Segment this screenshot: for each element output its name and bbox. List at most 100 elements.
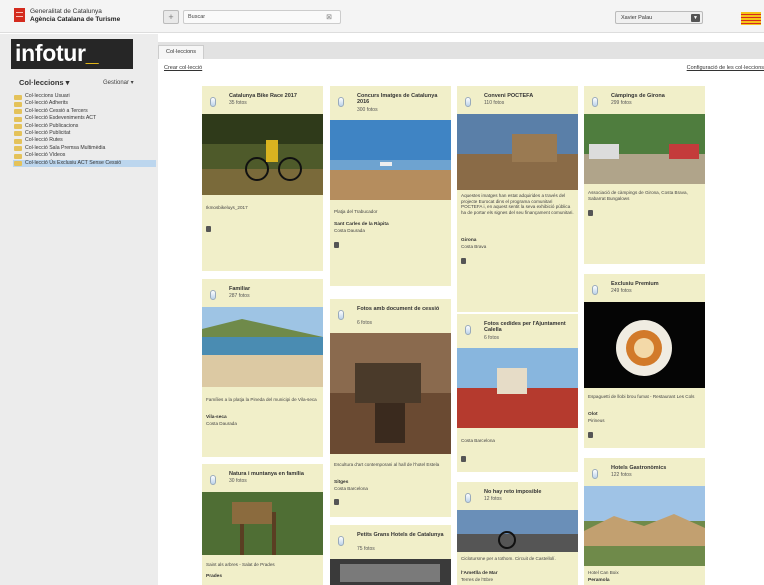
card-title: Hotels Gastronòmics: [611, 465, 667, 471]
catalan-flag-icon[interactable]: [741, 12, 761, 25]
infotur-logo[interactable]: infotur_: [11, 39, 133, 69]
tree-item-selected[interactable]: Col·lecció Ús Exclusiu ACT Sense Cessió: [13, 159, 156, 167]
card-place: Girona: [461, 238, 477, 243]
collection-icon: [465, 325, 471, 335]
card-title: Exclusiu Premium: [611, 281, 659, 287]
collection-card[interactable]: Hotels Gastronòmics 122 fotos Hotel Can B…: [584, 458, 705, 585]
collection-card[interactable]: Fotos cedides per l'Ajuntament Calella 6 …: [457, 314, 578, 472]
card-image[interactable]: [584, 114, 705, 184]
collection-icon: [465, 97, 471, 107]
folder-icon: [14, 116, 22, 122]
card-title: Fotos amb document de cessió: [357, 306, 440, 312]
trash-icon[interactable]: [461, 456, 466, 462]
trash-icon[interactable]: [206, 226, 211, 232]
collection-card[interactable]: Concurs Imatges de Catalunya 2016 300 fot…: [330, 86, 451, 286]
user-select[interactable]: Xavier Palau ▼: [615, 11, 703, 24]
card-title: Natura i muntanya en família: [229, 471, 304, 477]
card-description: Aquestes imatges han estat adquirides a …: [461, 193, 574, 215]
card-image[interactable]: [584, 486, 705, 566]
card-description: Hotel Can Boix: [588, 570, 619, 575]
collections-menu[interactable]: Col·leccions ▾: [19, 78, 69, 87]
card-region: Costa Barcelona: [334, 486, 368, 491]
card-image[interactable]: [330, 333, 451, 454]
generalitat-logo-icon: [14, 8, 25, 22]
card-title: Conveni POCTEFA: [484, 93, 534, 99]
tree-item[interactable]: Col·leccions Usuari: [13, 93, 156, 100]
tree-item[interactable]: Col·lecció Adherits: [13, 100, 156, 107]
main-content: Col·leccions Crear col·lecció Configurac…: [158, 34, 764, 585]
sidebar: infotur_ Col·leccions ▾ Gestionar ▾ Col·…: [0, 34, 158, 585]
card-place: Sant Carles de la Ràpita: [334, 222, 389, 227]
folder-icon: [14, 109, 22, 115]
trash-icon[interactable]: [588, 432, 593, 438]
user-name: Xavier Palau: [621, 15, 653, 21]
card-description: Associació de càmpings de Girona, Costa …: [588, 190, 688, 201]
clear-icon[interactable]: ⊠: [326, 13, 332, 21]
configure-collections-link[interactable]: Configuració de les col·leccions: [687, 65, 764, 71]
create-collection-link[interactable]: Crear col·lecció: [164, 65, 202, 71]
folder-icon: [14, 131, 22, 137]
card-place: Vila-seca: [206, 415, 227, 420]
folder-icon: [14, 101, 22, 107]
collection-card[interactable]: Càmpings de Girona 299 fotos Associació d…: [584, 86, 705, 264]
card-image[interactable]: [202, 492, 323, 555]
search-input[interactable]: Buscar ⊠: [183, 10, 341, 24]
tab-collections[interactable]: Col·leccions: [158, 45, 204, 59]
card-region: Costa Brava: [461, 244, 487, 249]
tree-item[interactable]: Col·lecció Publicacions: [13, 123, 156, 130]
card-description: Saint als arbres - Salat de Prades: [206, 562, 275, 567]
org-name: Generalitat de Catalunya: [30, 8, 102, 15]
collection-icon: [592, 285, 598, 295]
add-icon[interactable]: +: [163, 10, 179, 24]
folder-icon: [14, 161, 22, 167]
collection-card[interactable]: Exclusiu Premium 249 fotos Espaguetti de …: [584, 274, 705, 448]
card-image[interactable]: [202, 114, 323, 195]
tree-item[interactable]: Col·lecció Publicitat: [13, 130, 156, 137]
manage-menu[interactable]: Gestionar ▾: [103, 79, 134, 86]
card-count: 300 fotos: [357, 107, 378, 113]
trash-icon[interactable]: [334, 242, 339, 248]
folder-icon: [14, 138, 22, 144]
trash-icon[interactable]: [334, 499, 339, 505]
card-image[interactable]: [202, 307, 323, 387]
card-description: Escultura d'art contemporani al hall de …: [334, 462, 440, 467]
collection-card[interactable]: Conveni POCTEFA 110 fotos Aquestes imatge…: [457, 86, 578, 312]
collection-icon: [592, 469, 598, 479]
collection-icon: [465, 493, 471, 503]
tree-item[interactable]: Col·lecció Rutes: [13, 137, 156, 144]
card-count: 12 fotos: [484, 496, 502, 502]
card-image[interactable]: [330, 120, 451, 200]
collection-card[interactable]: Familiar 287 fotos Famílies a la platja l…: [202, 279, 323, 457]
card-count: 35 fotos: [229, 100, 247, 106]
card-count: 6 fotos: [357, 320, 373, 326]
trash-icon[interactable]: [588, 210, 593, 216]
collection-icon: [592, 97, 598, 107]
card-count: 299 fotos: [611, 100, 632, 106]
collection-card[interactable]: Petits Grans Hotels de Catalunya 75 fotos: [330, 525, 451, 585]
tree-item[interactable]: Col·lecció Cessió a Tercers: [13, 108, 156, 115]
card-title: Catalunya Bike Race 2017: [229, 93, 297, 99]
tree-item[interactable]: Col·lecció Sala Premsa Multimèdia: [13, 145, 156, 152]
card-image[interactable]: [457, 510, 578, 552]
trash-icon[interactable]: [461, 258, 466, 264]
card-image[interactable]: [457, 348, 578, 428]
card-title: Concurs Imatges de Catalunya 2016: [357, 93, 438, 106]
search-label: Buscar: [188, 14, 206, 20]
collection-icon: [338, 310, 344, 320]
collection-icon: [338, 536, 344, 546]
card-image[interactable]: [584, 302, 705, 388]
card-description: Espaguetti de llobi brou fumat - Restaur…: [588, 394, 695, 399]
tree-item[interactable]: Col·lecció Esdeveniments ACT: [13, 115, 156, 122]
collection-card[interactable]: Catalunya Bike Race 2017 35 fotos Ikmosbi…: [202, 86, 323, 271]
collection-card[interactable]: Fotos amb document de cessió 6 fotos Escu…: [330, 299, 451, 517]
card-description: Platja del Trabucador: [334, 209, 378, 214]
card-region: Terres de l'Ebre: [461, 577, 494, 582]
collection-card[interactable]: No hay reto imposible 12 fotos Ciclotursm…: [457, 482, 578, 585]
tab-bar: Col·leccions: [158, 42, 764, 59]
card-description: Famílies a la platja la Pineda del munic…: [206, 397, 317, 402]
collection-card[interactable]: Natura i muntanya en família 30 fotos Sai…: [202, 464, 323, 585]
tree-item[interactable]: Col·lecció Vídeos: [13, 152, 156, 159]
card-image[interactable]: [330, 559, 451, 585]
card-image[interactable]: [457, 114, 578, 190]
collections-tree: Col·leccions Usuari Col·lecció Adherits …: [13, 93, 156, 167]
